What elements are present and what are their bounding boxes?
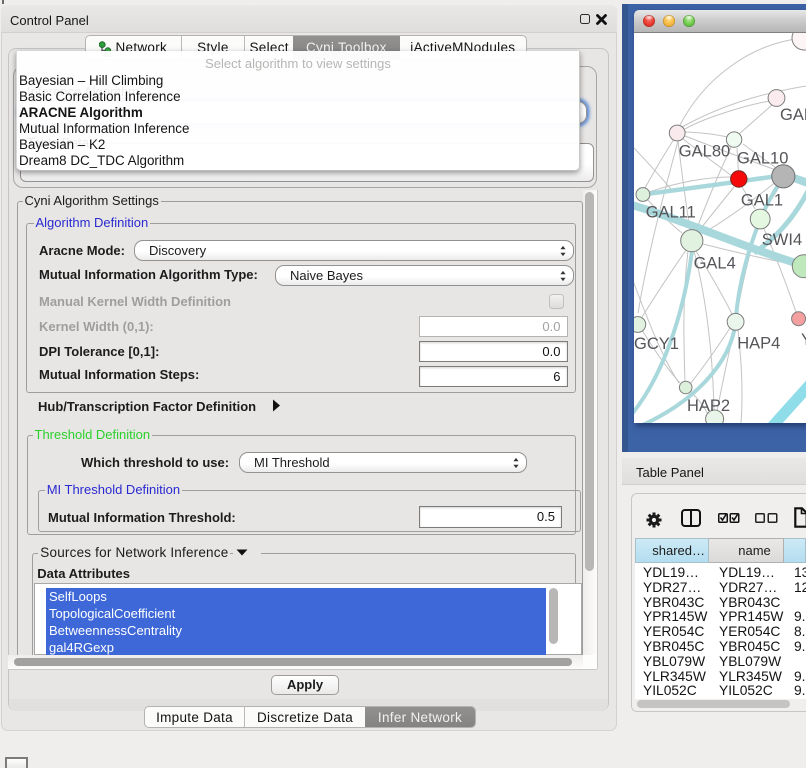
svg-text:GAL10: GAL10 bbox=[737, 150, 788, 168]
svg-text:GAL80: GAL80 bbox=[679, 143, 730, 161]
svg-text:HAP2: HAP2 bbox=[687, 397, 730, 415]
svg-text:GAL1: GAL1 bbox=[741, 192, 783, 210]
svg-text:GCY1: GCY1 bbox=[634, 335, 679, 353]
svg-text:SWI4: SWI4 bbox=[762, 231, 802, 249]
svg-text:GAL11: GAL11 bbox=[646, 204, 696, 222]
svg-text:Y: Y bbox=[801, 331, 806, 349]
svg-text:GAL: GAL bbox=[780, 106, 806, 124]
svg-text:HAP4: HAP4 bbox=[737, 334, 780, 352]
svg-text:GAL4: GAL4 bbox=[694, 255, 736, 273]
